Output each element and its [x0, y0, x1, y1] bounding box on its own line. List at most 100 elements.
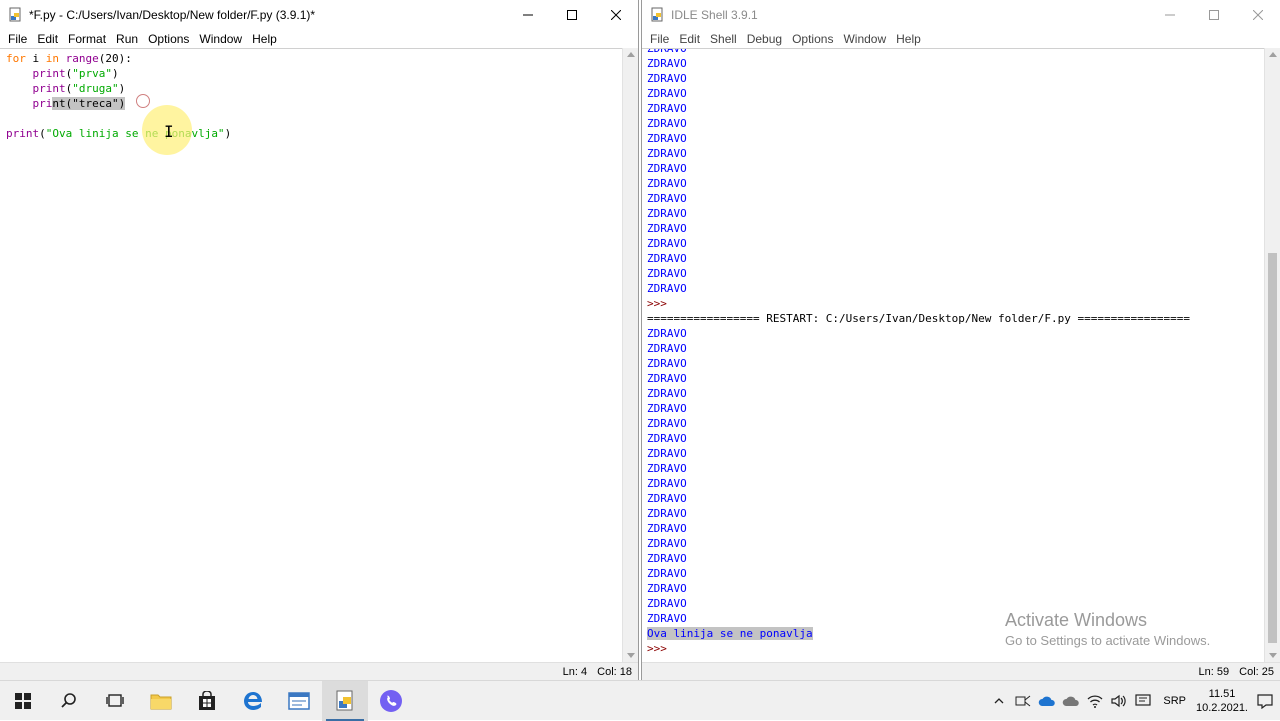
system-tray: SRP 11.51 10.2.2021.	[987, 681, 1280, 721]
idle-file-icon	[7, 7, 23, 23]
editor-titlebar[interactable]: *F.py - C:/Users/Ivan/Desktop/New folder…	[0, 0, 638, 30]
output-line: ZDRAVO	[647, 417, 687, 430]
shell-menu-window[interactable]: Window	[838, 32, 891, 46]
menu-options[interactable]: Options	[143, 32, 194, 46]
tray-tool-button[interactable]	[1011, 681, 1035, 721]
code-line-6: print("Ova linija se ne ponavlja")	[6, 127, 232, 140]
idle-taskbar-button[interactable]	[322, 680, 368, 721]
menu-file[interactable]: File	[3, 32, 32, 46]
search-button[interactable]	[46, 681, 92, 721]
editor-window: *F.py - C:/Users/Ivan/Desktop/New folder…	[0, 0, 639, 680]
tray-tool-icon	[1015, 695, 1031, 707]
close-icon	[1253, 10, 1263, 20]
shell-titlebar[interactable]: IDLE Shell 3.9.1	[642, 0, 1280, 30]
shell-window: IDLE Shell 3.9.1 File Edit Shell Debug O…	[641, 0, 1280, 680]
output-line: ZDRAVO	[647, 357, 687, 370]
taskbar: SRP 11.51 10.2.2021.	[0, 680, 1280, 721]
shell-close-button[interactable]	[1236, 0, 1280, 30]
ibeam-cursor-icon: I	[164, 122, 174, 141]
output-line: ZDRAVO	[647, 342, 687, 355]
message-icon	[1135, 694, 1151, 706]
onedrive-cloud-icon	[1039, 696, 1056, 706]
notifications-button[interactable]	[1250, 681, 1280, 721]
shell-menu-help[interactable]: Help	[891, 32, 926, 46]
output-line: ZDRAVO	[647, 462, 687, 475]
output-line: ZDRAVO	[647, 327, 687, 340]
clock[interactable]: 11.51 10.2.2021.	[1194, 687, 1250, 715]
input-language-indicator[interactable]: SRP	[1155, 695, 1194, 707]
mail-app-button[interactable]	[276, 681, 322, 721]
restart-line: ================= RESTART: C:/Users/Ivan…	[647, 312, 1191, 325]
search-icon	[61, 692, 76, 708]
output-line: ZDRAVO	[647, 57, 687, 70]
close-button[interactable]	[594, 0, 638, 30]
output-line: ZDRAVO	[647, 477, 687, 490]
shell-menubar: File Edit Shell Debug Options Window Hel…	[642, 30, 1280, 48]
clock-date: 10.2.2021.	[1196, 702, 1248, 714]
editor-scrollbar[interactable]	[622, 48, 638, 662]
shell-menu-debug[interactable]: Debug	[742, 32, 787, 46]
store-button[interactable]	[184, 681, 230, 721]
caret-highlight	[136, 94, 150, 108]
shell-prompt: >>>	[647, 297, 667, 310]
store-bag-icon	[199, 690, 215, 710]
volume-button[interactable]	[1107, 681, 1131, 721]
output-line: ZDRAVO	[647, 207, 687, 220]
output-line: ZDRAVO	[647, 222, 687, 235]
minimize-button[interactable]	[506, 0, 550, 30]
code-line-3: print("druga")	[32, 82, 126, 95]
shell-scrollbar[interactable]	[1264, 48, 1280, 662]
shell-minimize-button[interactable]	[1148, 0, 1192, 30]
idle-shell-icon	[649, 7, 665, 23]
shell-menu-file[interactable]: File	[645, 32, 674, 46]
network-button[interactable]	[1083, 681, 1107, 721]
output-line: ZDRAVO	[647, 372, 687, 385]
output-line: ZDRAVO	[647, 582, 687, 595]
cloud-button[interactable]	[1059, 681, 1083, 721]
menu-edit[interactable]: Edit	[32, 32, 63, 46]
shell-title: IDLE Shell 3.9.1	[671, 8, 758, 22]
shell-output[interactable]: ZDRAVO ZDRAVO ZDRAVO ZDRAVO ZDRAVO ZDRAV…	[642, 48, 1264, 662]
code-line-2: print("prva")	[32, 67, 119, 80]
start-button[interactable]	[0, 681, 46, 721]
maximize-icon	[567, 10, 577, 20]
output-line: ZDRAVO	[647, 507, 687, 520]
shell-line-number: Ln: 59	[1198, 665, 1230, 678]
viber-button[interactable]	[368, 681, 414, 721]
menu-window[interactable]: Window	[194, 32, 247, 46]
output-line: ZDRAVO	[647, 447, 687, 460]
output-line: ZDRAVO	[647, 567, 687, 580]
menu-format[interactable]: Format	[63, 32, 111, 46]
menu-help[interactable]: Help	[247, 32, 282, 46]
shell-maximize-button[interactable]	[1192, 0, 1236, 30]
action-center-flag-button[interactable]	[1131, 681, 1155, 721]
activate-windows-watermark: Activate Windows Go to Settings to activ…	[1005, 610, 1210, 648]
onedrive-button[interactable]	[1035, 681, 1059, 721]
scroll-down-icon[interactable]	[627, 653, 635, 658]
task-view-icon	[106, 693, 124, 707]
scroll-up-icon[interactable]	[627, 52, 635, 57]
output-line: ZDRAVO	[647, 402, 687, 415]
shell-col-number: Col: 25	[1239, 665, 1274, 678]
menu-run[interactable]: Run	[111, 32, 143, 46]
viber-icon	[380, 689, 402, 712]
task-view-button[interactable]	[92, 681, 138, 721]
shell-menu-edit[interactable]: Edit	[674, 32, 705, 46]
shell-menu-shell[interactable]: Shell	[705, 32, 742, 46]
scrollbar-thumb[interactable]	[1268, 253, 1277, 643]
editor-col-number: Col: 18	[597, 665, 632, 678]
edge-button[interactable]	[230, 681, 276, 721]
maximize-button[interactable]	[550, 0, 594, 30]
shell-menu-options[interactable]: Options	[787, 32, 838, 46]
show-hidden-icons-button[interactable]	[987, 681, 1011, 721]
output-line: ZDRAVO	[647, 147, 687, 160]
output-line: ZDRAVO	[647, 87, 687, 100]
file-explorer-button[interactable]	[138, 681, 184, 721]
scroll-down-icon[interactable]	[1269, 653, 1277, 658]
scroll-up-icon[interactable]	[1269, 52, 1277, 57]
clock-time: 11.51	[1208, 688, 1236, 700]
notification-icon	[1257, 694, 1273, 709]
code-editor[interactable]: for i in range(20): print("prva") print(…	[0, 48, 624, 662]
output-line: ZDRAVO	[647, 537, 687, 550]
